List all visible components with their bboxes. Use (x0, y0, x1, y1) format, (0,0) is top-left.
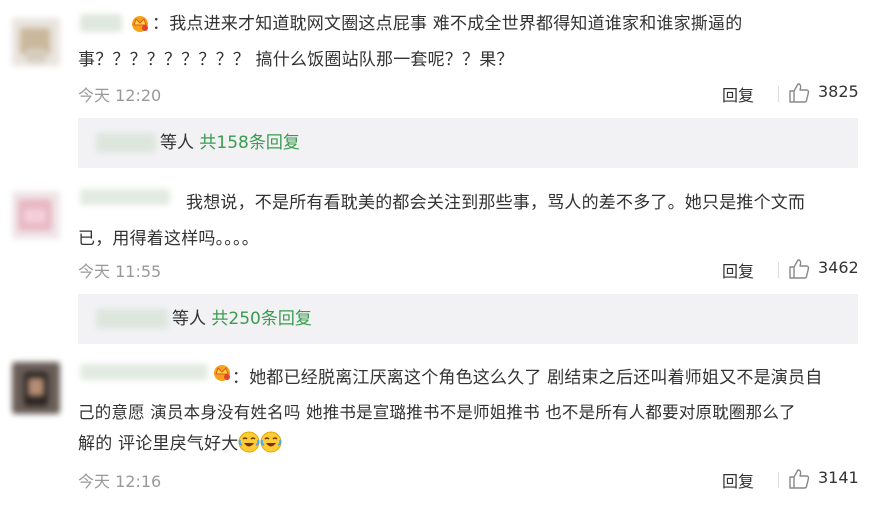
reply-button[interactable]: 回复 (722, 82, 754, 106)
comment-1: ：我点进来才知道耽网文圈这点屁事 难不成全世界都得知道谁家和谁家撕逼的 事？？？… (0, 0, 883, 115)
replies-people-label: 等人 (160, 133, 194, 153)
username[interactable] (80, 14, 122, 32)
timestamp: 今天 11:55 (78, 262, 162, 281)
thumbs-up-icon (789, 469, 810, 489)
avatar[interactable] (12, 362, 60, 414)
comment-line-1: 我点进来才知道耽网文圈这点屁事 难不成全世界都得知道谁家和谁家撕逼的 (169, 14, 743, 34)
comment-text: ：我点进来才知道耽网文圈这点屁事 难不成全世界都得知道谁家和谁家撕逼的 (152, 10, 872, 39)
like-count: 3825 (818, 82, 859, 101)
replies-total-link[interactable]: 共250条回复 (211, 309, 311, 329)
crying-laugh-emoji (260, 431, 282, 453)
avatar[interactable] (12, 18, 60, 66)
username[interactable] (80, 364, 208, 380)
comment-text-cont: 事？？？？？？？？？ 搞什么饭圈站队那一套呢？？果？ (78, 50, 514, 70)
divider (778, 262, 779, 278)
comment-text-cont-2: 解的 评论里戾气好大 (78, 430, 868, 459)
reply-button[interactable]: 回复 (722, 258, 754, 282)
reply-usernames[interactable] (96, 309, 168, 329)
comment-meta: 今天 12:20 回复 3825 (78, 82, 859, 106)
colon: ： (152, 14, 170, 34)
comment-meta: 今天 11:55 回复 3462 (78, 258, 859, 282)
replies-total-link[interactable]: 共158条回复 (199, 133, 299, 153)
reply-button[interactable]: 回复 (722, 468, 754, 492)
timestamp: 今天 12:16 (78, 472, 162, 491)
like-count: 3462 (818, 258, 859, 277)
comment-text: ：她都已经脱离江厌离这个角色这么久了 剧结束之后还叫着师姐又不是演员自 (232, 368, 823, 388)
crown-icon (132, 16, 148, 32)
replies-people-label: 等人 (172, 309, 206, 329)
comment-meta: 今天 12:16 回复 3141 (78, 468, 859, 492)
replies-summary[interactable]: 等人 共250条回复 (78, 294, 858, 344)
comment-text: 我想说，不是所有看耽美的都会关注到那些事，骂人的差不多了。她只是推个文而 (186, 193, 806, 213)
avatar[interactable] (12, 191, 60, 239)
divider (778, 472, 779, 488)
reply-usernames[interactable] (96, 133, 156, 153)
username[interactable] (80, 189, 170, 205)
like-count: 3141 (818, 468, 859, 487)
comment-line-3: 解的 评论里戾气好大 (78, 434, 239, 454)
comment-3: ：她都已经脱离江厌离这个角色这么久了 剧结束之后还叫着师姐又不是演员自 己的意愿… (0, 356, 883, 508)
thumbs-up-icon (789, 83, 810, 103)
crown-icon (214, 365, 230, 381)
crying-laugh-emoji (238, 431, 260, 453)
timestamp: 今天 12:20 (78, 86, 162, 105)
thumbs-up-icon (789, 259, 810, 279)
comment-text-cont: 己的意愿 演员本身没有姓名吗 她推书是宣璐推书不是师姐推书 也不是所有人都要对原… (78, 403, 796, 422)
replies-summary[interactable]: 等人 共158条回复 (78, 118, 858, 168)
divider (778, 86, 779, 102)
comment-text-cont: 已，用得着这样吗。。。。 (78, 229, 259, 249)
comment-2: 我想说，不是所有看耽美的都会关注到那些事，骂人的差不多了。她只是推个文而 已，用… (0, 183, 883, 293)
